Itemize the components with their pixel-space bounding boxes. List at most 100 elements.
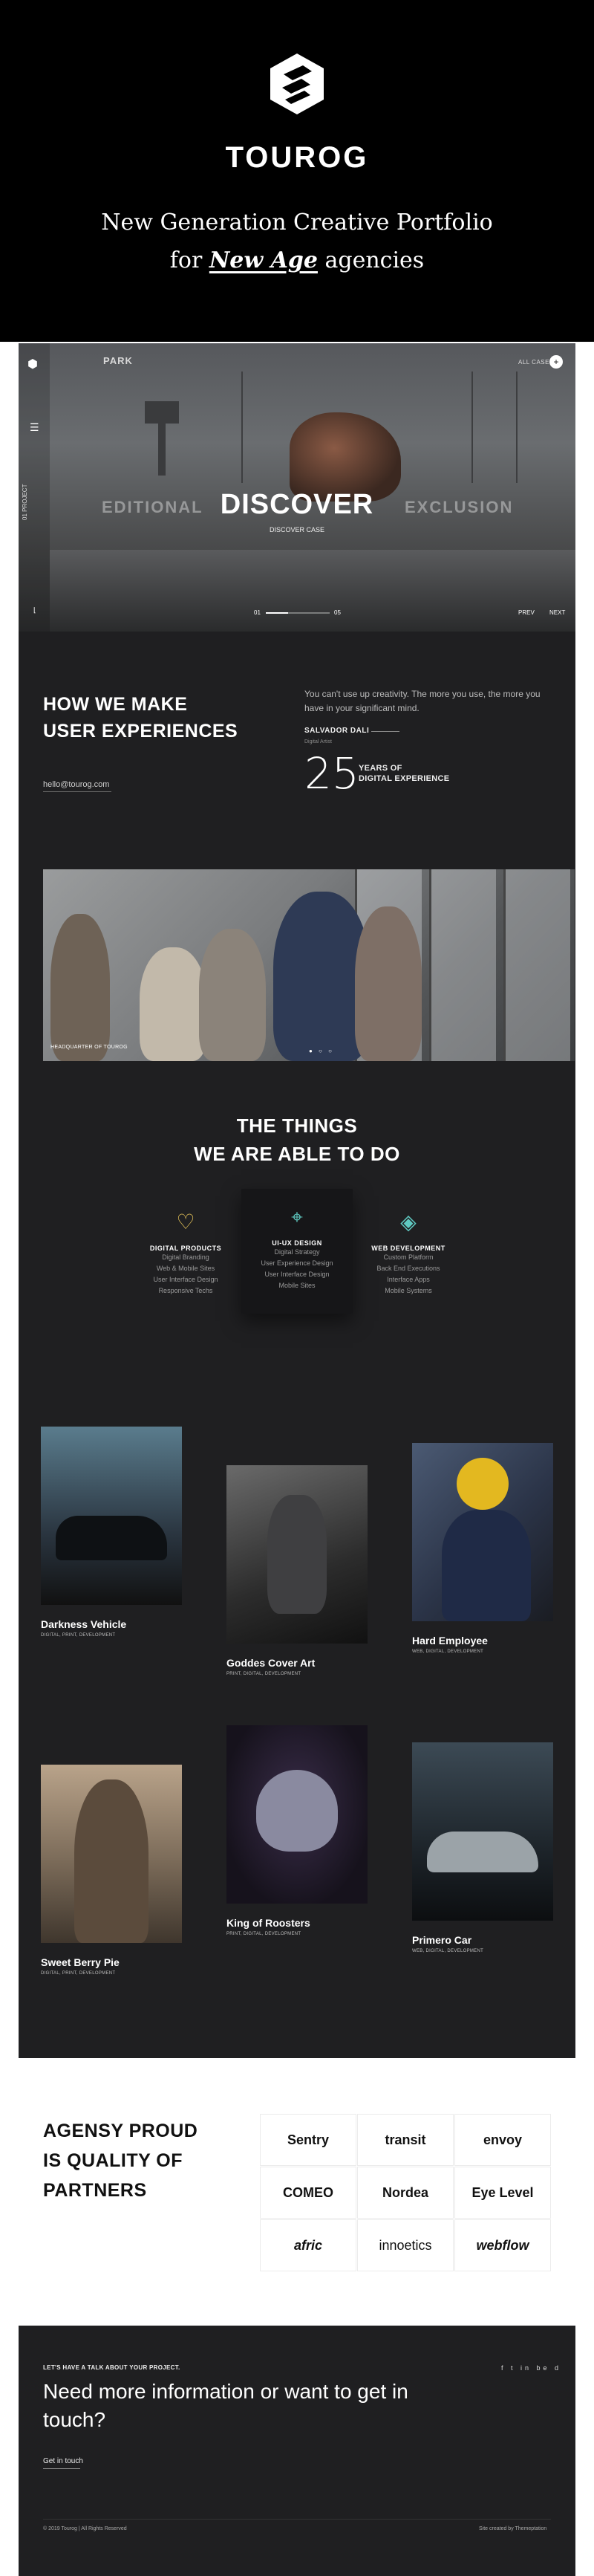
all-cases-link[interactable]: ALL CASES (518, 359, 554, 366)
years-label-line2: DIGITAL EXPERIENCE (359, 774, 450, 784)
partners-heading-line3: PARTNERS (43, 2180, 147, 2201)
get-in-touch-link[interactable]: Get in touch (43, 2457, 83, 2465)
service-line: User Interface Design (264, 1271, 330, 1278)
service-line: User Experience Design (261, 1259, 333, 1267)
partner-logo-envoy[interactable]: envoy (454, 2114, 551, 2166)
tagline-line1: New Generation Creative Portfolio (101, 210, 493, 236)
photo-pole (471, 372, 473, 483)
service-line: Custom Platform (383, 1253, 434, 1261)
partner-logo-innoetics[interactable]: innoetics (357, 2219, 454, 2271)
vector-pen-icon: ⌖ (291, 1205, 303, 1228)
partner-logo-eye-level[interactable]: Eye Level (454, 2167, 551, 2219)
plus-button[interactable]: + (549, 355, 563, 369)
footer-kicker: LET'S HAVE A TALK ABOUT YOUR PROJECT. (43, 2364, 180, 2371)
email-link[interactable]: hello@tourog.com (43, 780, 109, 789)
portfolio-meta: PRINT, DIGITAL, DEVELOPMENT (226, 1932, 301, 1936)
portfolio-image[interactable] (41, 1427, 182, 1605)
intro-heading-line2: USER EXPERIENCES (43, 721, 238, 742)
page: TOUROG New Generation Creative Portfolio… (0, 0, 594, 2576)
portfolio-image[interactable] (412, 1443, 553, 1621)
portfolio-image[interactable] (226, 1465, 368, 1644)
slider-dots[interactable]: ● ○ ○ (309, 1048, 334, 1054)
portfolio-image[interactable] (226, 1725, 368, 1904)
portfolio-title[interactable]: Primero Car (412, 1934, 471, 1946)
social-icons[interactable]: f t in be d (501, 2364, 561, 2372)
layers-icon: ◈ (400, 1210, 417, 1233)
email-underline (43, 791, 111, 792)
portfolio-item-hard-employee[interactable]: Hard Employee WEB, DIGITAL, DEVELOPMENT (412, 1443, 553, 1658)
partner-logo-comeo[interactable]: COMEO (260, 2167, 356, 2219)
quote-author: SALVADOR DALI (304, 727, 370, 735)
team-photo: HEADQUARTER OF TOUROG ● ○ ○ (43, 869, 575, 1061)
service-line: Digital Strategy (274, 1248, 320, 1256)
mockup-site-label: PARK (103, 355, 133, 366)
service-name: WEB DEVELOPMENT (371, 1245, 446, 1252)
portfolio-item-darkness-vehicle[interactable]: Darkness Vehicle DIGITAL, PRINT, DEVELOP… (41, 1427, 182, 1642)
footer-heading: Need more information or want to get in … (43, 2380, 408, 2431)
slide-title[interactable]: DISCOVER (19, 489, 575, 521)
service-line: Back End Executions (376, 1265, 440, 1272)
partner-logo-nordea[interactable]: Nordea (357, 2167, 454, 2219)
mockup-logo-icon[interactable]: ⬢ (27, 357, 38, 372)
portfolio-item-goddes-cover-art[interactable]: Goddes Cover Art PRINT, DIGITAL, DEVELOP… (226, 1465, 368, 1681)
portfolio-title[interactable]: Sweet Berry Pie (41, 1956, 120, 1968)
service-line: Web & Mobile Sites (156, 1265, 215, 1272)
copyright: © 2019 Tourog | All Rights Reserved (43, 2526, 127, 2531)
slide-subtitle[interactable]: DISCOVER CASE (19, 526, 575, 533)
services-heading: THE THINGS WE ARE ABLE TO DO (19, 1112, 575, 1168)
portfolio-item-sweet-berry-pie[interactable]: Sweet Berry Pie DIGITAL, PRINT, DEVELOPM… (41, 1765, 182, 1980)
portfolio-title[interactable]: King of Roosters (226, 1917, 310, 1929)
pager-end: 05 (334, 609, 341, 616)
portfolio-item-primero-car[interactable]: Primero Car WEB, DIGITAL, DEVELOPMENT (412, 1742, 553, 1958)
prev-button[interactable]: PREV (518, 609, 535, 616)
tagline-emphasis: New Age (209, 247, 318, 273)
partner-name: Eye Level (471, 2184, 534, 2200)
hero-section: TOUROG New Generation Creative Portfolio… (0, 0, 594, 342)
photo-car (56, 1516, 167, 1560)
service-name: DIGITAL PRODUCTS (149, 1245, 222, 1252)
service-card-digital-products[interactable]: ♡ DIGITAL PRODUCTS Digital Branding Web … (130, 1207, 241, 1297)
hamburger-menu-icon[interactable]: ☰ (30, 422, 45, 432)
partners-heading: AGENSY PROUD IS QUALITY OF PARTNERS (43, 2116, 198, 2205)
lightbulb-icon: ♡ (176, 1210, 195, 1233)
photo-car (427, 1832, 538, 1872)
service-card-ui-ux-design[interactable]: ⌖ UI-UX DESIGN Digital Strategy User Exp… (241, 1189, 353, 1314)
partner-logo-webflow[interactable]: webflow (454, 2219, 551, 2271)
partner-name: Sentry (287, 2132, 330, 2147)
partner-name: transit (385, 2132, 426, 2147)
tagline-pre: for (169, 247, 209, 273)
pager-progress-fill (266, 612, 289, 614)
intro-quote: You can't use up creativity. The more yo… (304, 689, 541, 713)
portfolio-item-king-of-roosters[interactable]: King of Roosters PRINT, DIGITAL, DEVELOP… (226, 1725, 368, 1941)
tourog-logo-icon (270, 53, 324, 114)
service-line: Responsive Techs (158, 1287, 213, 1294)
photo-person (140, 947, 206, 1061)
partner-logo-sentry[interactable]: Sentry (260, 2114, 356, 2166)
credit-link[interactable]: Site created by Themeptation (479, 2526, 546, 2531)
portfolio-image[interactable] (412, 1742, 553, 1921)
partners-heading-line2: IS QUALITY OF (43, 2150, 183, 2171)
portfolio-title[interactable]: Hard Employee (412, 1635, 488, 1647)
portfolio-title[interactable]: Goddes Cover Art (226, 1657, 315, 1669)
intro-heading: HOW WE MAKE USER EXPERIENCES (43, 691, 238, 745)
partner-logo-afric[interactable]: afric (260, 2219, 356, 2271)
photo-watchtower (145, 401, 179, 424)
partner-name: envoy (483, 2132, 523, 2147)
portfolio-image[interactable] (41, 1765, 182, 1943)
service-line: Mobile Sites (278, 1282, 316, 1289)
corner-bracket-icon: ⌊ (33, 606, 36, 614)
pager-start: 01 (254, 609, 261, 616)
partner-name: innoetics (379, 2237, 432, 2253)
portfolio-meta: WEB, DIGITAL, DEVELOPMENT (412, 1949, 484, 1953)
service-card-web-development[interactable]: ◈ WEB DEVELOPMENT Custom Platform Back E… (353, 1207, 464, 1297)
next-button[interactable]: NEXT (549, 609, 565, 616)
portfolio-meta: PRINT, DIGITAL, DEVELOPMENT (226, 1672, 301, 1676)
portfolio-title[interactable]: Darkness Vehicle (41, 1618, 126, 1630)
partner-name: afric (293, 2237, 323, 2253)
photo-person (199, 929, 266, 1061)
partner-logo-transit[interactable]: transit (357, 2114, 454, 2166)
site-mockup: ⬢ PARK ALL CASES + ☰ 01 PROJECT EDITIONA… (19, 342, 575, 2058)
photo-window (503, 869, 570, 1061)
cta-underline (43, 2468, 80, 2469)
photo-worker (442, 1510, 531, 1621)
